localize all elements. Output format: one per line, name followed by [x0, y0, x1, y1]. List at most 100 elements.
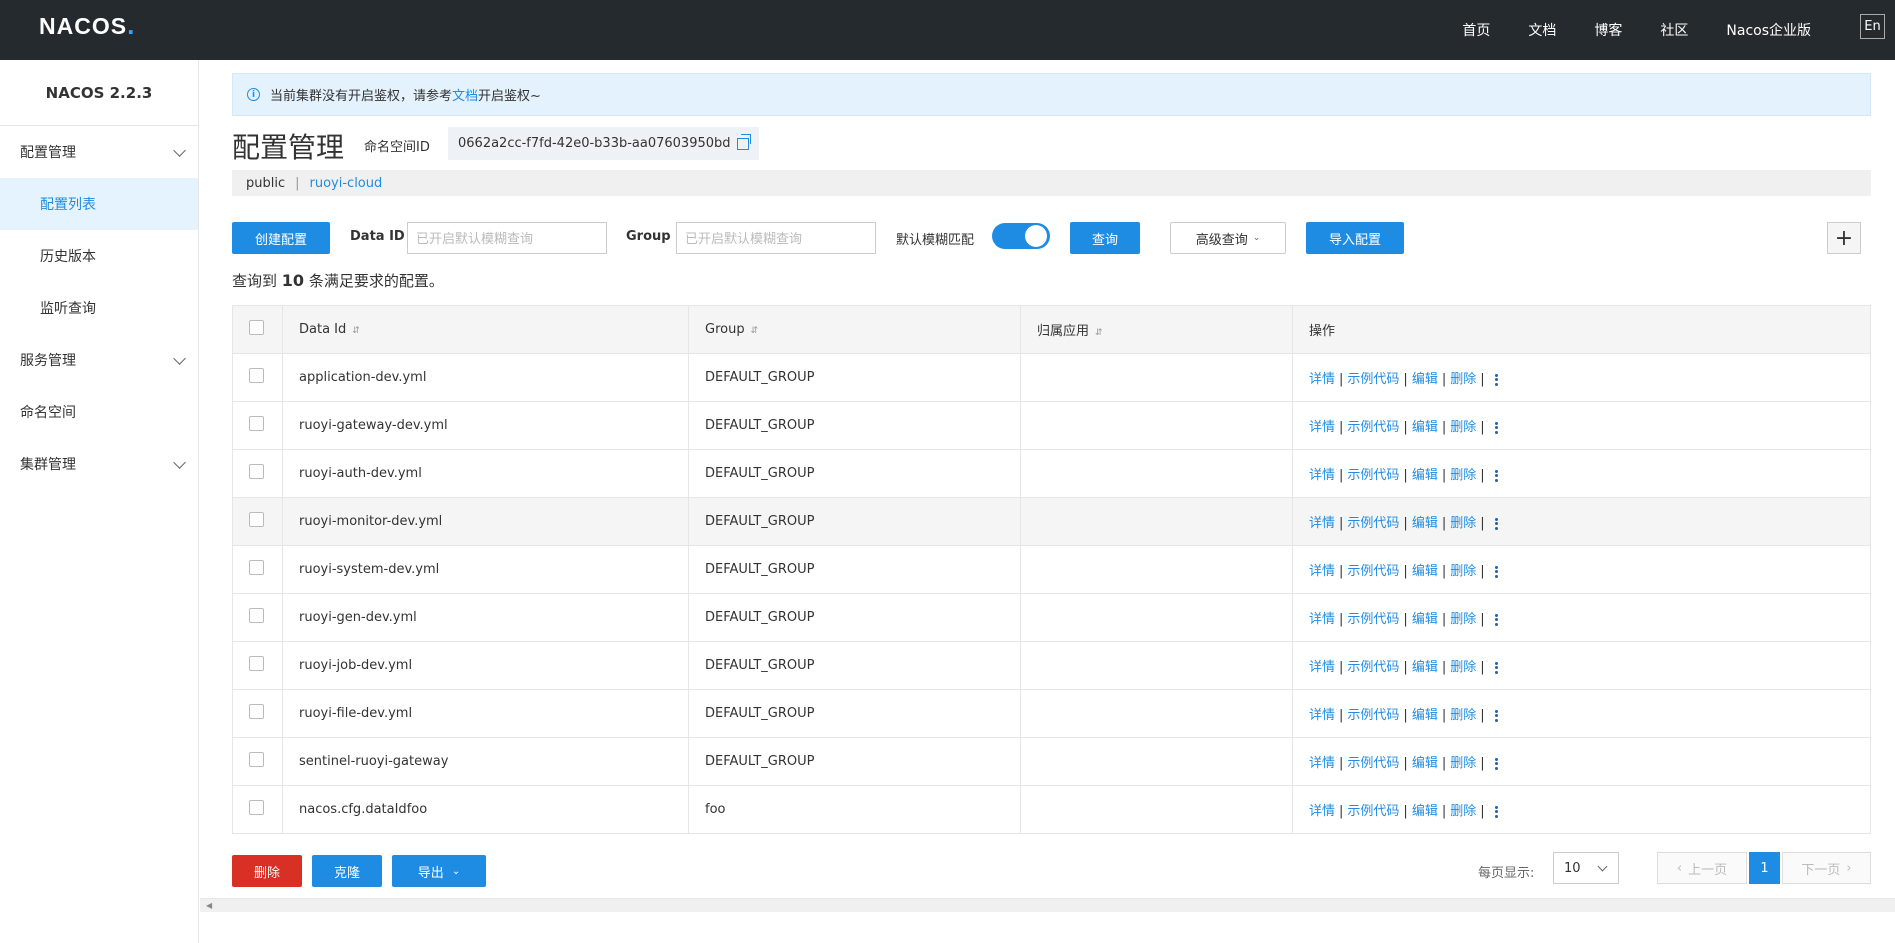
nacos-logo[interactable]: NACOS.: [39, 10, 135, 41]
row-checkbox[interactable]: [249, 416, 264, 431]
dataid-input[interactable]: [407, 222, 607, 254]
notice-docs-link[interactable]: 文档: [452, 85, 478, 104]
op-detail-link[interactable]: 详情: [1309, 564, 1335, 579]
op-detail-link[interactable]: 详情: [1309, 756, 1335, 771]
op-detail-link[interactable]: 详情: [1309, 468, 1335, 483]
sidebar-item-service-management[interactable]: 服务管理: [0, 334, 198, 386]
sidebar-item-listener-query[interactable]: 监听查询: [0, 282, 198, 334]
horizontal-scrollbar[interactable]: ◀: [200, 898, 1895, 912]
sidebar-item-namespace[interactable]: 命名空间: [0, 386, 198, 438]
op-edit-link[interactable]: 编辑: [1412, 804, 1438, 819]
prev-page-button[interactable]: ‹ 上一页: [1657, 852, 1747, 884]
op-edit-link[interactable]: 编辑: [1412, 516, 1438, 531]
row-checkbox[interactable]: [249, 608, 264, 623]
more-vertical-icon[interactable]: [1494, 612, 1498, 627]
namespace-ruoyi-cloud[interactable]: ruoyi-cloud: [310, 176, 383, 191]
row-checkbox[interactable]: [249, 800, 264, 815]
more-vertical-icon[interactable]: [1494, 420, 1498, 435]
copy-icon[interactable]: [736, 133, 751, 150]
op-detail-link[interactable]: 详情: [1309, 660, 1335, 675]
namespace-public[interactable]: public: [246, 176, 285, 191]
op-edit-link[interactable]: 编辑: [1412, 372, 1438, 387]
select-all-checkbox[interactable]: [249, 320, 264, 335]
op-edit-link[interactable]: 编辑: [1412, 708, 1438, 723]
row-checkbox[interactable]: [249, 368, 264, 383]
nav-docs[interactable]: 文档: [1528, 20, 1556, 40]
nav-enterprise[interactable]: Nacos企业版: [1726, 20, 1811, 40]
op-delete-link[interactable]: 删除: [1450, 708, 1476, 723]
more-vertical-icon[interactable]: [1494, 756, 1498, 771]
sort-icon[interactable]: ⇵: [352, 326, 360, 336]
more-vertical-icon[interactable]: [1494, 516, 1498, 531]
batch-delete-button[interactable]: 删除: [232, 855, 302, 887]
op-delete-link[interactable]: 删除: [1450, 612, 1476, 627]
op-delete-link[interactable]: 删除: [1450, 756, 1476, 771]
op-detail-link[interactable]: 详情: [1309, 420, 1335, 435]
row-checkbox[interactable]: [249, 560, 264, 575]
create-config-button[interactable]: 创建配置: [232, 222, 330, 254]
op-sample-code-link[interactable]: 示例代码: [1347, 660, 1399, 675]
more-vertical-icon[interactable]: [1494, 708, 1498, 723]
scroll-left-arrow-icon[interactable]: ◀: [206, 901, 212, 910]
op-edit-link[interactable]: 编辑: [1412, 564, 1438, 579]
more-vertical-icon[interactable]: [1494, 372, 1498, 387]
op-edit-link[interactable]: 编辑: [1412, 468, 1438, 483]
sort-icon[interactable]: ⇵: [1095, 328, 1103, 338]
plus-button[interactable]: +: [1827, 222, 1861, 254]
import-config-button[interactable]: 导入配置: [1306, 222, 1404, 254]
nav-community[interactable]: 社区: [1660, 20, 1688, 40]
next-page-button[interactable]: 下一页 ›: [1782, 852, 1871, 884]
language-switch-button[interactable]: En: [1860, 14, 1885, 39]
export-button[interactable]: 导出 ⌄: [392, 855, 486, 887]
sidebar-item-history[interactable]: 历史版本: [0, 230, 198, 282]
more-vertical-icon[interactable]: [1494, 564, 1498, 579]
advanced-query-button[interactable]: 高级查询 ⌄: [1170, 222, 1286, 254]
op-delete-link[interactable]: 删除: [1450, 804, 1476, 819]
op-sample-code-link[interactable]: 示例代码: [1347, 612, 1399, 627]
op-detail-link[interactable]: 详情: [1309, 804, 1335, 819]
more-vertical-icon[interactable]: [1494, 804, 1498, 819]
sidebar-item-config-management[interactable]: 配置管理: [0, 126, 198, 178]
op-edit-link[interactable]: 编辑: [1412, 420, 1438, 435]
op-sample-code-link[interactable]: 示例代码: [1347, 420, 1399, 435]
group-input[interactable]: [676, 222, 876, 254]
sort-icon[interactable]: ⇵: [751, 326, 759, 336]
row-checkbox[interactable]: [249, 464, 264, 479]
page-size-select[interactable]: 10: [1553, 852, 1619, 884]
op-detail-link[interactable]: 详情: [1309, 612, 1335, 627]
op-edit-link[interactable]: 编辑: [1412, 756, 1438, 771]
op-edit-link[interactable]: 编辑: [1412, 612, 1438, 627]
op-detail-link[interactable]: 详情: [1309, 708, 1335, 723]
op-sample-code-link[interactable]: 示例代码: [1347, 564, 1399, 579]
query-button[interactable]: 查询: [1070, 222, 1140, 254]
op-delete-link[interactable]: 删除: [1450, 564, 1476, 579]
fuzzy-match-toggle[interactable]: [992, 223, 1050, 249]
more-vertical-icon[interactable]: [1494, 468, 1498, 483]
op-delete-link[interactable]: 删除: [1450, 516, 1476, 531]
op-sample-code-link[interactable]: 示例代码: [1347, 708, 1399, 723]
row-checkbox[interactable]: [249, 656, 264, 671]
op-sample-code-link[interactable]: 示例代码: [1347, 516, 1399, 531]
row-checkbox[interactable]: [249, 512, 264, 527]
sidebar-item-cluster-management[interactable]: 集群管理: [0, 438, 198, 490]
op-sample-code-link[interactable]: 示例代码: [1347, 756, 1399, 771]
op-sample-code-link[interactable]: 示例代码: [1347, 468, 1399, 483]
op-delete-link[interactable]: 删除: [1450, 660, 1476, 675]
op-detail-link[interactable]: 详情: [1309, 516, 1335, 531]
sidebar-item-config-list[interactable]: 配置列表: [0, 178, 198, 230]
clone-button[interactable]: 克隆: [312, 855, 382, 887]
op-delete-link[interactable]: 删除: [1450, 420, 1476, 435]
op-detail-link[interactable]: 详情: [1309, 372, 1335, 387]
row-checkbox[interactable]: [249, 752, 264, 767]
column-app[interactable]: 归属应用 ⇵: [1020, 305, 1293, 354]
row-checkbox[interactable]: [249, 704, 264, 719]
op-sample-code-link[interactable]: 示例代码: [1347, 804, 1399, 819]
op-delete-link[interactable]: 删除: [1450, 372, 1476, 387]
op-sample-code-link[interactable]: 示例代码: [1347, 372, 1399, 387]
op-edit-link[interactable]: 编辑: [1412, 660, 1438, 675]
nav-home[interactable]: 首页: [1462, 20, 1490, 40]
op-delete-link[interactable]: 删除: [1450, 468, 1476, 483]
current-page-button[interactable]: 1: [1749, 852, 1780, 884]
more-vertical-icon[interactable]: [1494, 660, 1498, 675]
column-group[interactable]: Group ⇵: [688, 305, 1021, 354]
